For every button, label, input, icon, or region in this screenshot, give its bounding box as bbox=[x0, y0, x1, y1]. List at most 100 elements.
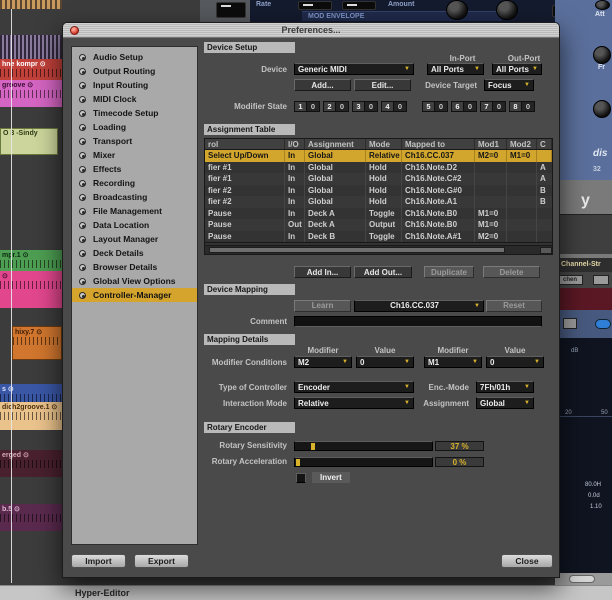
delete-button[interactable]: Delete bbox=[483, 266, 540, 278]
assignment-select[interactable]: Global▼ bbox=[476, 397, 534, 409]
learn-button[interactable]: Learn bbox=[294, 300, 351, 312]
enc-mode-select[interactable]: 7Fh/01h▼ bbox=[476, 381, 534, 393]
edit-device-button[interactable]: Edit... bbox=[354, 79, 411, 91]
sidebar-item-loading[interactable]: Loading bbox=[72, 120, 197, 134]
sidebar-item-broadcasting[interactable]: Broadcasting bbox=[72, 190, 197, 204]
db-axis-label: dB bbox=[571, 348, 578, 354]
chen-button[interactable]: chen bbox=[557, 275, 583, 285]
eq-q-value: 1.10 bbox=[590, 504, 602, 510]
sidebar-item-audio-setup[interactable]: Audio Setup bbox=[72, 50, 197, 64]
synth-slider[interactable] bbox=[298, 1, 332, 10]
link-button[interactable] bbox=[595, 319, 611, 329]
sidebar-item-midi-clock[interactable]: MIDI Clock bbox=[72, 92, 197, 106]
modifier1-select[interactable]: M2▼ bbox=[294, 356, 352, 368]
rotary-acceleration-slider[interactable] bbox=[294, 457, 433, 467]
dialog-title: Preferences... bbox=[63, 23, 559, 38]
dialog-titlebar[interactable]: Preferences... bbox=[63, 23, 559, 38]
add-out-button[interactable]: Add Out... bbox=[354, 266, 412, 278]
rotary-encoder-header: Rotary Encoder bbox=[204, 422, 295, 433]
rotary-sensitivity-slider[interactable] bbox=[294, 441, 433, 451]
track-region-maroon[interactable]: erged ⊙ bbox=[0, 450, 62, 477]
preferences-dialog: Preferences... Audio Setup Output Routin… bbox=[62, 22, 560, 578]
in-port-select[interactable]: All Ports▼ bbox=[427, 63, 484, 75]
clip-orange[interactable]: hixy.7 ⊙ bbox=[12, 326, 62, 360]
value2-select[interactable]: 0▼ bbox=[486, 356, 544, 368]
wrench-icon[interactable] bbox=[563, 318, 577, 329]
clip-label: dich2groove.1 ⊙ bbox=[0, 402, 62, 411]
table-row[interactable]: Select Up/DownInGlobalRelativeCh16.CC.03… bbox=[205, 150, 552, 162]
sidebar-item-mixer[interactable]: Mixer bbox=[72, 148, 197, 162]
table-scrollbar[interactable] bbox=[205, 245, 552, 254]
track-region-pink[interactable]: ⊙ bbox=[0, 271, 62, 308]
synth-knob[interactable] bbox=[446, 0, 468, 20]
close-button[interactable]: Close bbox=[501, 554, 553, 568]
track-region-green[interactable]: mpr.1 ⊙ bbox=[0, 250, 62, 271]
sidebar-item-effects[interactable]: Effects bbox=[72, 162, 197, 176]
scrollbar-thumb[interactable] bbox=[569, 575, 595, 583]
sidebar-item-controller-manager[interactable]: Controller-Manager bbox=[72, 288, 197, 302]
modifier2-select[interactable]: M1▼ bbox=[424, 356, 482, 368]
interaction-mode-select[interactable]: Relative▼ bbox=[294, 397, 414, 409]
slider-thumb[interactable] bbox=[311, 443, 315, 450]
sidebar-item-layout-manager[interactable]: Layout Manager bbox=[72, 232, 197, 246]
scrollbar-horizontal[interactable] bbox=[555, 573, 612, 585]
freq-tick-50: 50 bbox=[601, 410, 608, 416]
modifier-state-label: Modifier State bbox=[204, 102, 294, 111]
invert-checkbox[interactable] bbox=[296, 473, 306, 483]
sidebar-item-input-routing[interactable]: Input Routing bbox=[72, 78, 197, 92]
comment-input[interactable] bbox=[294, 316, 542, 327]
track-region-magenta[interactable]: groove ⊙ bbox=[0, 80, 62, 107]
add-device-button[interactable]: Add... bbox=[294, 79, 351, 91]
sidebar-item-deck-details[interactable]: Deck Details bbox=[72, 246, 197, 260]
synth-knob[interactable] bbox=[593, 100, 611, 118]
mapped-control-select[interactable]: Ch16.CC.037▼ bbox=[354, 300, 484, 312]
table-row[interactable]: fier #1InGlobalHoldCh16.Note.C#2A bbox=[205, 173, 552, 185]
sidebar-item-transport[interactable]: Transport bbox=[72, 134, 197, 148]
close-window-button[interactable] bbox=[70, 26, 79, 35]
table-row[interactable]: PauseInDeck AToggleCh16.Note.B0M1=0 bbox=[205, 208, 552, 220]
device-select[interactable]: Generic MIDI▼ bbox=[294, 63, 414, 75]
type-of-controller-select[interactable]: Encoder▼ bbox=[294, 381, 414, 393]
synth-knob[interactable] bbox=[595, 0, 610, 10]
sidebar-item-output-routing[interactable]: Output Routing bbox=[72, 64, 197, 78]
import-button[interactable]: Import bbox=[71, 554, 126, 568]
device-target-select[interactable]: Focus▼ bbox=[484, 79, 534, 91]
arrow-button[interactable] bbox=[593, 275, 609, 285]
table-row[interactable]: PauseOutDeck AOutputCh16.Note.B0M1=0 bbox=[205, 219, 552, 231]
sidebar-item-global-view-options[interactable]: Global View Options bbox=[72, 274, 197, 288]
duplicate-button[interactable]: Duplicate bbox=[424, 266, 474, 278]
synth-slider[interactable] bbox=[216, 2, 246, 18]
out-port-select[interactable]: All Ports▼ bbox=[492, 63, 542, 75]
sidebar-item-timecode-setup[interactable]: Timecode Setup bbox=[72, 106, 197, 120]
track-region-red[interactable]: hne kompr ⊙ bbox=[0, 59, 62, 80]
add-in-button[interactable]: Add In... bbox=[294, 266, 351, 278]
synth-knob[interactable] bbox=[593, 46, 611, 64]
freq-tick-20: 20 bbox=[565, 410, 572, 416]
table-row[interactable]: fier #2InGlobalHoldCh16.Note.G#0B bbox=[205, 185, 552, 197]
track-region-blue[interactable]: s ⊙ bbox=[0, 384, 62, 402]
export-button[interactable]: Export bbox=[134, 554, 189, 568]
sidebar-item-file-management[interactable]: File Management bbox=[72, 204, 197, 218]
synth-knob[interactable] bbox=[496, 0, 518, 20]
slider-thumb[interactable] bbox=[296, 459, 300, 466]
radio-icon bbox=[79, 194, 86, 201]
waveform bbox=[0, 90, 62, 98]
synth-slider[interactable] bbox=[342, 1, 376, 10]
sidebar-item-browser-details[interactable]: Browser Details bbox=[72, 260, 197, 274]
sidebar-item-recording[interactable]: Recording bbox=[72, 176, 197, 190]
waveform bbox=[0, 260, 62, 268]
table-row[interactable]: PauseInDeck BToggleCh16.Note.A#1M2=0 bbox=[205, 231, 552, 243]
clip-sindy[interactable]: O 3 -Sindy bbox=[0, 128, 58, 155]
scrollbar-thumb[interactable] bbox=[209, 247, 505, 253]
reset-button[interactable]: Reset bbox=[486, 300, 542, 312]
table-row[interactable]: fier #2InGlobalHoldCh16.Note.A1B bbox=[205, 196, 552, 208]
waveform bbox=[0, 281, 62, 289]
track-region-peach[interactable]: dich2groove.1 ⊙ bbox=[0, 402, 62, 430]
modifier-state-6: 60 bbox=[451, 101, 477, 112]
assignment-table: rolI/OAssignmentModeMapped toMod1Mod2C S… bbox=[204, 138, 553, 255]
modifier-state-8: 80 bbox=[509, 101, 535, 112]
sidebar-item-data-location[interactable]: Data Location bbox=[72, 218, 197, 232]
table-row[interactable]: fier #1InGlobalHoldCh16.Note.D2A bbox=[205, 162, 552, 174]
track-region-violet[interactable]: b.5 ⊙ bbox=[0, 504, 62, 531]
value1-select[interactable]: 0▼ bbox=[356, 356, 414, 368]
